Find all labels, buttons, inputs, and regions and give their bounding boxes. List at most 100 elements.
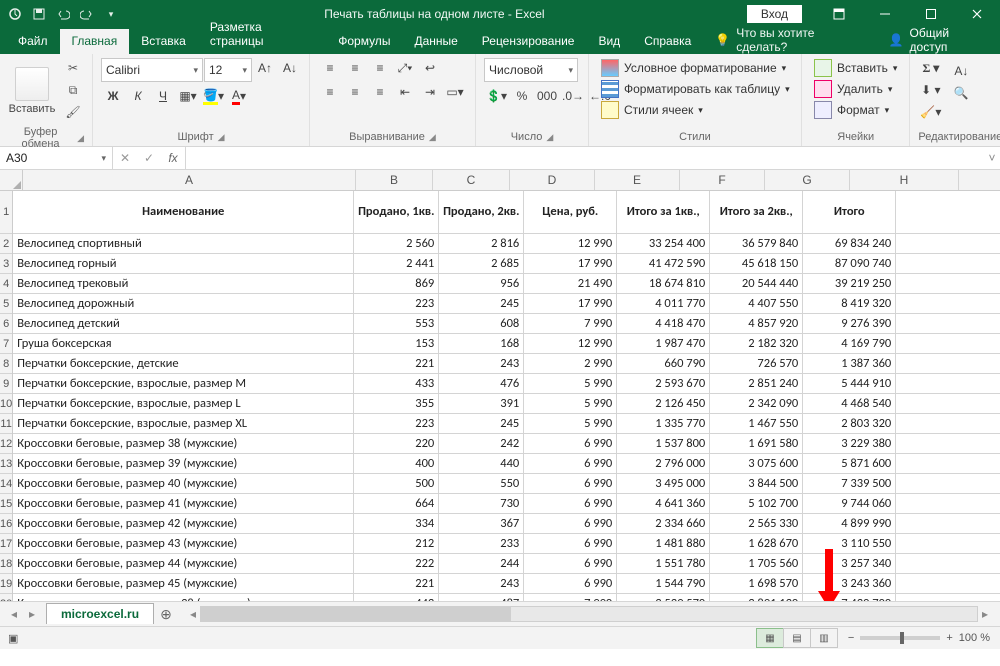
cut-icon[interactable]: ✂ [62,58,84,78]
zoom-in-icon[interactable]: + [946,632,952,644]
cell[interactable]: 1 481 880 [617,534,710,553]
cell[interactable]: Перчатки боксерские, взрослые, размер XL [13,414,354,433]
cell[interactable] [896,191,1000,233]
cell[interactable]: 9 744 060 [803,494,896,513]
cell[interactable]: 5 990 [524,374,617,393]
cell[interactable]: 6 990 [524,514,617,533]
cell[interactable]: 4 468 540 [803,394,896,413]
tab-data[interactable]: Данные [402,29,469,54]
cell[interactable]: 6 990 [524,574,617,593]
row-header[interactable]: 14 [0,474,12,494]
increase-decimal-icon[interactable]: .0→ [560,86,586,106]
cell[interactable]: Кроссовки беговые, размер 42 (мужские) [13,514,354,533]
cell[interactable] [896,494,1000,513]
cell[interactable]: 1 987 470 [617,334,710,353]
cell[interactable]: 391 [439,394,524,413]
cell[interactable]: 4 641 360 [617,494,710,513]
enter-formula-icon[interactable]: ✓ [137,151,161,165]
cell[interactable]: 5 444 910 [803,374,896,393]
cell[interactable]: 33 254 400 [617,234,710,253]
tab-help[interactable]: Справка [632,29,703,54]
cell[interactable]: 1 628 670 [710,534,803,553]
cell[interactable]: Итого [803,191,896,233]
cell[interactable]: 1 551 780 [617,554,710,573]
bold-button[interactable]: Ж [101,86,125,106]
cell[interactable]: 3 243 360 [803,574,896,593]
sheet-nav-prev-icon[interactable]: ◂ [6,607,22,621]
save-icon[interactable] [28,3,50,25]
row-header[interactable]: 18 [0,554,12,574]
cell[interactable]: 223 [354,294,439,313]
cell[interactable]: 7 990 [524,314,617,333]
cell[interactable]: 2 565 330 [710,514,803,533]
cell[interactable]: Продано, 2кв. [439,191,524,233]
cell[interactable]: 153 [354,334,439,353]
cell[interactable]: 4 418 470 [617,314,710,333]
sheet-nav-next-icon[interactable]: ▸ [24,607,40,621]
row-header[interactable]: 16 [0,514,12,534]
cell[interactable]: 608 [439,314,524,333]
cell[interactable]: 400 [354,454,439,473]
cell[interactable]: 1 335 770 [617,414,710,433]
shrink-font-icon[interactable]: A↓ [278,58,302,78]
autosave-icon[interactable] [4,3,26,25]
row-header[interactable]: 20 [0,594,12,601]
view-page-layout-icon[interactable]: ▤ [783,628,811,648]
cell[interactable]: 6 990 [524,554,617,573]
undo-icon[interactable] [52,3,74,25]
cell[interactable]: 2 685 [439,254,524,273]
cell[interactable]: 8 419 320 [803,294,896,313]
cell[interactable]: 440 [439,454,524,473]
cell[interactable]: 334 [354,514,439,533]
cell[interactable]: 12 990 [524,234,617,253]
cell[interactable] [896,314,1000,333]
maximize-icon[interactable] [908,0,954,28]
cell[interactable]: 2 342 090 [710,394,803,413]
column-header[interactable]: A [23,170,356,190]
cell[interactable]: 220 [354,434,439,453]
copy-icon[interactable]: ⧉ [62,80,84,100]
cell[interactable] [896,294,1000,313]
font-name-combo[interactable]: Calibri▾ [101,58,203,82]
expand-formula-icon[interactable]: ˅ [984,147,1000,169]
cell[interactable] [896,374,1000,393]
align-left-icon[interactable]: ≡ [318,82,342,102]
cell[interactable]: 3 229 380 [803,434,896,453]
cell[interactable]: 242 [439,434,524,453]
cell[interactable]: 69 834 240 [803,234,896,253]
column-header[interactable]: H [850,170,959,190]
cell[interactable]: 2 441 [354,254,439,273]
view-normal-icon[interactable]: ▦ [756,628,784,648]
row-header[interactable]: 5 [0,294,12,314]
row-header[interactable]: 2 [0,234,12,254]
percent-icon[interactable]: % [510,86,534,106]
cell[interactable] [896,554,1000,573]
close-icon[interactable] [954,0,1000,28]
cell[interactable]: 550 [439,474,524,493]
cell[interactable]: 233 [439,534,524,553]
font-color-button[interactable]: A▾ [227,86,251,106]
delete-cells-button[interactable]: Удалить▾ [810,79,896,99]
paste-button[interactable]: Вставить [8,58,56,124]
ribbon-display-icon[interactable] [816,0,862,28]
cell[interactable]: Кроссовки теннисные, размер 38 (мужские) [13,594,354,601]
formula-bar[interactable] [186,147,984,169]
cell[interactable]: 87 090 740 [803,254,896,273]
cell[interactable]: 2 990 [524,354,617,373]
launcher-icon[interactable]: ◢ [218,132,225,143]
cell[interactable] [896,354,1000,373]
row-header[interactable]: 7 [0,334,12,354]
cell[interactable]: 2 126 450 [617,394,710,413]
login-button[interactable]: Вход [747,5,802,23]
align-middle-icon[interactable]: ≡ [343,58,367,78]
cell[interactable]: 2 851 240 [710,374,803,393]
cancel-formula-icon[interactable]: ✕ [113,151,137,165]
cell[interactable]: Велосипед горный [13,254,354,273]
cell[interactable]: 17 990 [524,294,617,313]
cell[interactable]: 222 [354,554,439,573]
name-box[interactable]: A30▾ [0,147,113,169]
autosum-button[interactable]: Σ ▾ [918,58,943,78]
zoom-slider[interactable] [860,636,940,640]
indent-increase-icon[interactable]: ⇥ [418,82,442,102]
cell[interactable] [896,474,1000,493]
